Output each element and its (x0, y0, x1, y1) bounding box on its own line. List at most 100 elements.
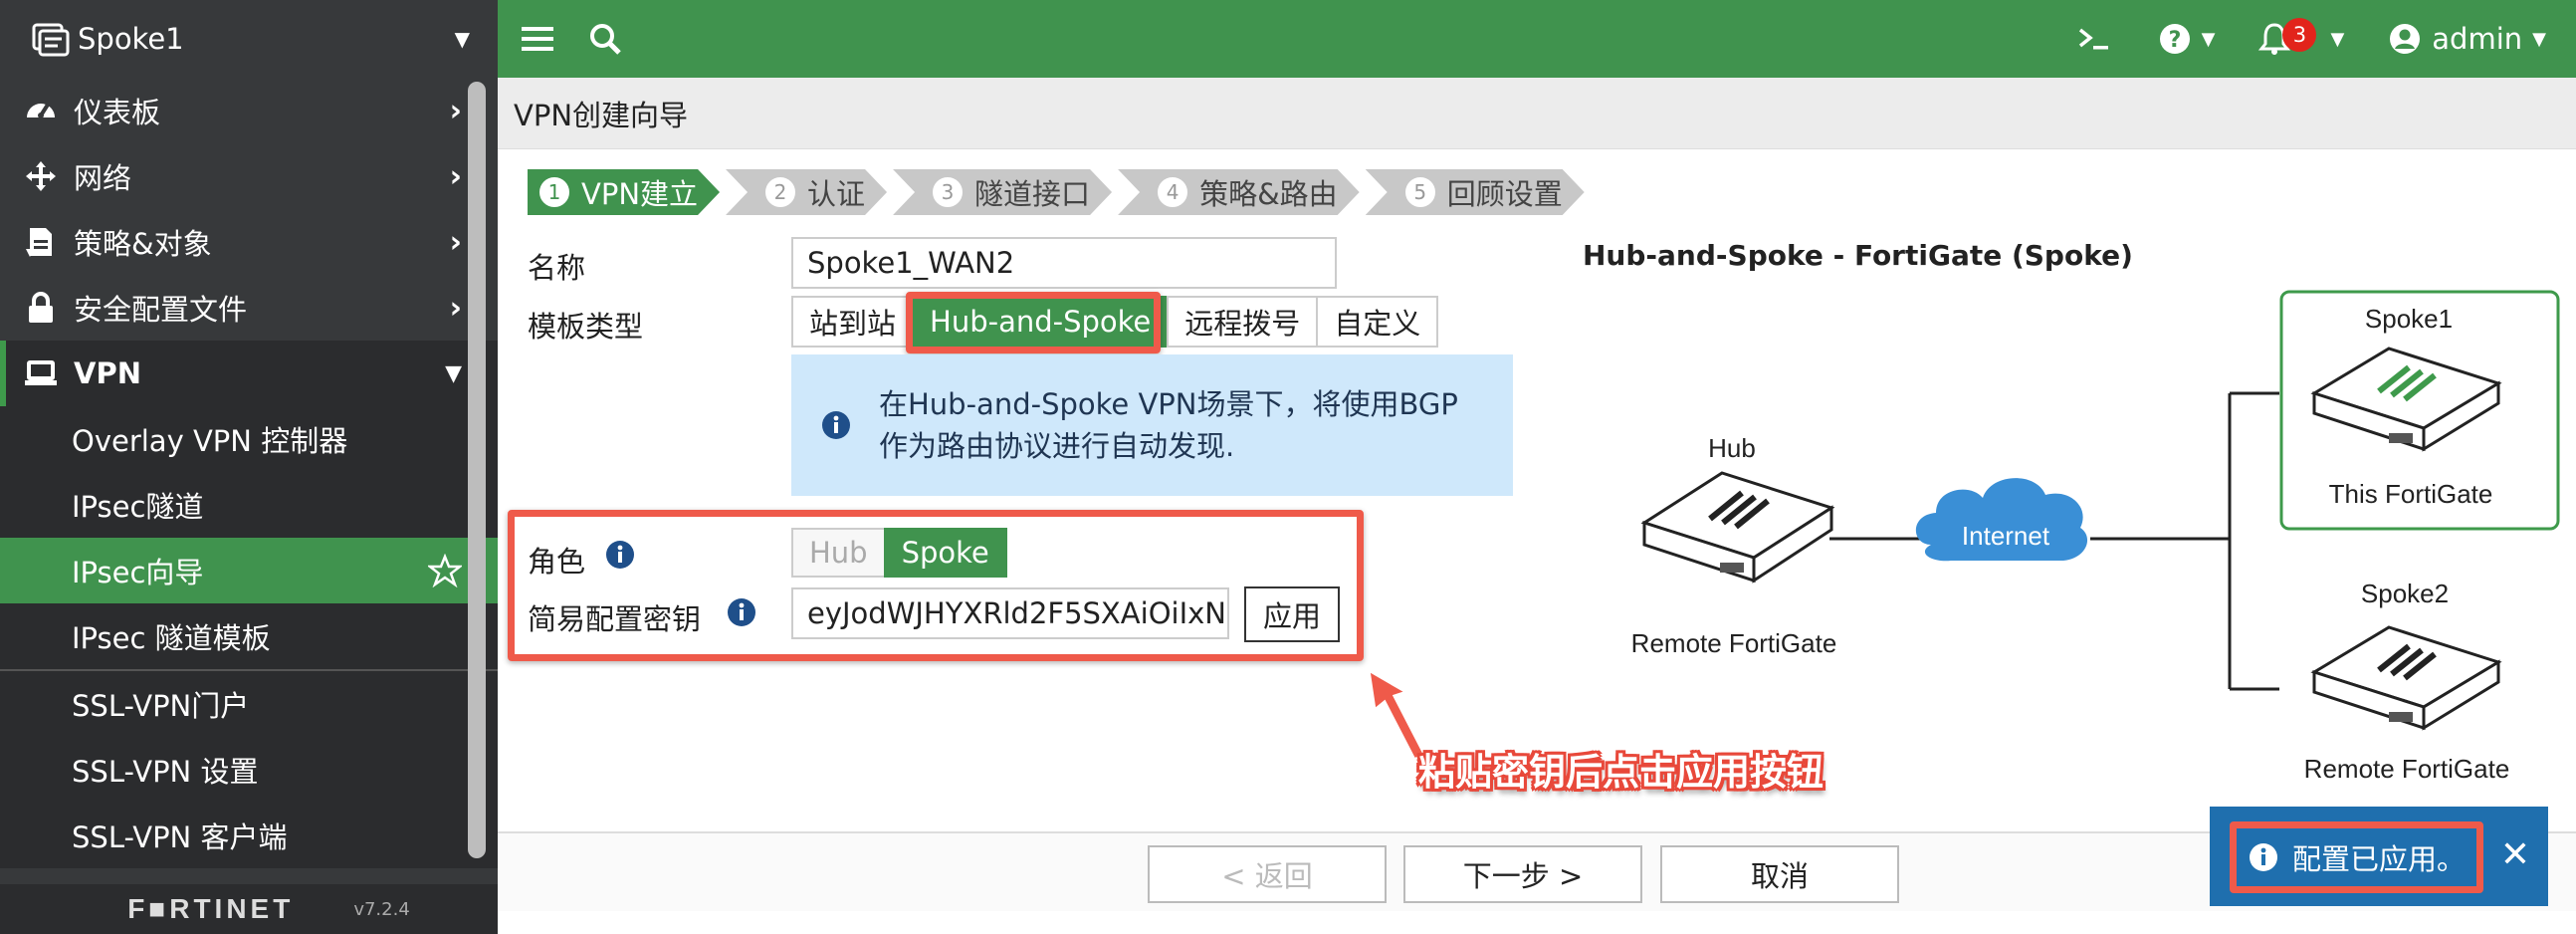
laptop-icon (22, 354, 60, 392)
info-text-line: 作为路由协议进行自动发现. (879, 429, 1235, 463)
toast-message: 配置已应用。 (2230, 821, 2483, 893)
chevron-right-icon: › (449, 93, 462, 128)
caret-down-icon: ▼ (454, 27, 470, 51)
sidebar-item-label: 网络 (74, 161, 132, 195)
step-authentication: 2 认证 (726, 169, 887, 215)
wizard-steps: 1 VPN建立 2 认证 3 隧道接口 4 策略&路由 5 回顾设置 (528, 169, 1591, 215)
info-message: 在Hub-and-Spoke VPN场景下，将使用BGP 作为路由协议进行自动发… (791, 354, 1513, 496)
user-avatar-icon (2390, 24, 2421, 54)
close-icon[interactable]: ✕ (2500, 834, 2530, 875)
sidebar: Spoke1 ▼ 仪表板 › 网络 › 策略&对象 › 安全配置文件 › VPN (0, 0, 498, 934)
network-icon (22, 157, 60, 195)
step-label: 认证 (807, 177, 866, 211)
template-option-custom[interactable]: 自定义 (1316, 296, 1439, 348)
spoke1-label: Spoke1 (2365, 304, 2453, 334)
lock-icon (22, 289, 60, 327)
sidebar-footer: F■RTINET v7.2.4 (0, 884, 498, 934)
step-number: 1 (539, 177, 569, 207)
template-option-site-to-site[interactable]: 站到站 (791, 296, 915, 348)
name-input[interactable]: Spoke1_WAN2 (791, 237, 1337, 289)
sidebar-item-label: VPN (74, 356, 141, 390)
sidebar-item-overlay-vpn[interactable]: Overlay VPN 控制器 (0, 406, 498, 472)
chevron-right-icon: › (449, 290, 462, 326)
template-type-label: 模板类型 (528, 310, 644, 344)
sidebar-item-label: 策略&对象 (74, 227, 212, 261)
toast-notification: 配置已应用。 ✕ (2210, 807, 2548, 906)
sidebar-item-label: IPsec隧道 (72, 490, 204, 524)
menu-icon[interactable] (518, 19, 557, 59)
sidebar-item-label: Overlay VPN 控制器 (72, 424, 348, 458)
step-label: 策略&路由 (1199, 177, 1338, 211)
internet-label: Internet (1962, 521, 2050, 551)
sidebar-item-ssl-vpn-settings[interactable]: SSL-VPN 设置 (0, 737, 498, 803)
info-icon (822, 411, 850, 439)
hub-label: Hub (1708, 433, 1756, 463)
sidebar-item-label: 安全配置文件 (74, 293, 248, 327)
info-icon (2250, 843, 2277, 871)
sidebar-item-network[interactable]: 网络 › (0, 143, 498, 209)
sidebar-item-label: SSL-VPN 设置 (72, 755, 259, 789)
search-icon[interactable] (585, 19, 625, 59)
sidebar-item-label: 仪表板 (74, 96, 161, 129)
step-number: 5 (1405, 177, 1435, 207)
sidebar-item-security-profiles[interactable]: 安全配置文件 › (0, 275, 498, 341)
star-icon[interactable] (428, 554, 462, 587)
sidebar-item-dashboard[interactable]: 仪表板 › (0, 78, 498, 143)
sidebar-item-ipsec-wizard[interactable]: IPsec向导 (0, 538, 498, 603)
sidebar-item-label: SSL-VPN门户 (72, 689, 250, 723)
next-button[interactable]: 下一步 > (1403, 845, 1642, 903)
version-label: v7.2.4 (353, 898, 410, 920)
caret-down-icon: ▼ (2532, 28, 2546, 50)
step-number: 4 (1158, 177, 1187, 207)
step-number: 2 (765, 177, 795, 207)
step-number: 3 (933, 177, 963, 207)
help-icon: ? (2159, 24, 2190, 54)
page-title: VPN创建向导 (514, 98, 689, 132)
hub-caption: Remote FortiGate (1631, 628, 1837, 658)
cancel-button[interactable]: 取消 (1660, 845, 1899, 903)
notifications-menu[interactable]: 3 ▼ (2258, 18, 2345, 56)
spoke1-caption: This FortiGate (2329, 479, 2493, 509)
sidebar-item-label: IPsec 隧道模板 (72, 621, 271, 655)
sidebar-item-label: IPsec向导 (72, 556, 204, 589)
name-label: 名称 (528, 251, 586, 285)
sidebar-scrollbar[interactable] (468, 82, 486, 858)
user-menu[interactable]: admin ▼ (2388, 22, 2546, 56)
help-menu[interactable]: ? ▼ (2158, 22, 2216, 56)
fortinet-logo: F■RTINET (127, 893, 295, 924)
sidebar-item-vpn[interactable]: VPN ▼ (0, 341, 498, 406)
hub-device-icon (1640, 471, 1835, 584)
username: admin (2432, 22, 2523, 56)
sidebar-item-policy-objects[interactable]: 策略&对象 › (0, 209, 498, 275)
policy-icon (22, 223, 60, 261)
step-review: 5 回顾设置 (1366, 169, 1585, 215)
cli-console-icon[interactable] (2074, 19, 2114, 59)
template-option-remote-access[interactable]: 远程拨号 (1167, 296, 1319, 348)
step-label: 隧道接口 (974, 177, 1091, 211)
top-bar: ? ▼ 3 ▼ admin ▼ (498, 0, 2576, 78)
spoke2-caption: Remote FortiGate (2304, 754, 2510, 784)
caret-down-icon: ▼ (2330, 28, 2345, 50)
sidebar-item-ipsec-templates[interactable]: IPsec 隧道模板 (0, 603, 498, 669)
spoke1-device-icon (2310, 347, 2502, 452)
sidebar-item-ssl-vpn-portals[interactable]: SSL-VPN门户 (0, 671, 498, 737)
svg-text:?: ? (2168, 28, 2181, 53)
info-text-line: 在Hub-and-Spoke VPN场景下，将使用BGP (879, 387, 1458, 421)
notification-badge: 3 (2282, 18, 2317, 52)
diagram-title: Hub-and-Spoke - FortiGate (Spoke) (1583, 239, 2133, 272)
sidebar-item-ssl-vpn-clients[interactable]: SSL-VPN 客户端 (0, 803, 498, 868)
toast-text: 配置已应用。 (2292, 842, 2467, 876)
chevron-down-icon: ▼ (445, 360, 462, 386)
step-label: 回顾设置 (1446, 177, 1563, 211)
back-button[interactable]: < 返回 (1148, 845, 1387, 903)
spoke2-device-icon (2310, 625, 2502, 731)
device-name: Spoke1 (78, 22, 184, 56)
sidebar-item-ipsec-tunnels[interactable]: IPsec隧道 (0, 472, 498, 538)
chevron-right-icon: › (449, 224, 462, 260)
step-tunnel-interface: 3 隧道接口 (893, 169, 1112, 215)
device-selector[interactable]: Spoke1 ▼ (0, 0, 498, 78)
caret-down-icon: ▼ (2201, 28, 2216, 50)
chevron-right-icon: › (449, 158, 462, 194)
role-key-highlight (508, 510, 1364, 661)
hub-and-spoke-highlight (906, 292, 1161, 353)
